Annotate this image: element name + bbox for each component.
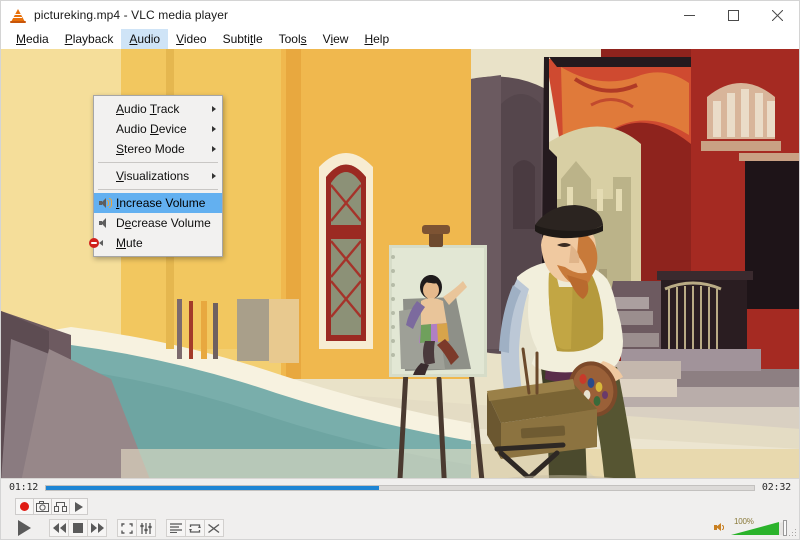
audio-dropdown-menu[interactable]: Audio Track Audio Device Stereo Mode Vis… xyxy=(89,95,223,257)
volume-knob[interactable] xyxy=(783,520,787,536)
elapsed-time: 01:12 xyxy=(9,482,39,493)
chevron-right-icon xyxy=(212,126,216,132)
playlist-group xyxy=(166,519,224,537)
menu-item-mute[interactable]: Mute xyxy=(89,233,222,253)
stop-icon xyxy=(73,523,83,533)
menu-help[interactable]: Help xyxy=(356,29,397,49)
shuffle-icon xyxy=(208,523,220,533)
record-button[interactable] xyxy=(15,498,34,515)
view-group xyxy=(117,519,156,537)
shuffle-button[interactable] xyxy=(204,519,224,537)
snapshot-button[interactable] xyxy=(33,498,52,515)
equalizer-icon xyxy=(140,522,152,534)
speaker-icon[interactable] xyxy=(714,521,727,534)
menu-view[interactable]: View xyxy=(315,29,357,49)
close-icon[interactable] xyxy=(755,1,799,29)
play-button[interactable] xyxy=(9,518,39,538)
menu-playback[interactable]: Playback xyxy=(57,29,122,49)
next-button[interactable] xyxy=(87,519,107,537)
seek-slider[interactable] xyxy=(45,484,755,491)
playlist-button[interactable] xyxy=(166,519,186,537)
menu-bar: Media Playback Audio Video Subtitle Tool… xyxy=(1,29,799,49)
ab-loop-button[interactable] xyxy=(51,498,70,515)
frame-step-icon xyxy=(74,501,83,512)
mute-icon xyxy=(89,237,112,249)
menu-item-audio-device[interactable]: Audio Device xyxy=(94,119,222,139)
total-time: 02:32 xyxy=(761,482,791,493)
menu-tools[interactable]: Tools xyxy=(271,29,315,49)
title-bar: pictureking.mp4 - VLC media player xyxy=(1,1,799,29)
speaker-down-icon xyxy=(99,217,112,229)
play-icon xyxy=(17,520,31,536)
menu-item-increase-volume[interactable]: Increase Volume xyxy=(94,193,222,213)
fullscreen-button[interactable] xyxy=(117,519,137,537)
window-title: pictureking.mp4 - VLC media player xyxy=(34,8,229,22)
vlc-cone-icon xyxy=(10,7,26,23)
chevron-right-icon xyxy=(212,146,216,152)
previous-button[interactable] xyxy=(49,519,69,537)
speaker-up-icon xyxy=(99,197,112,209)
playlist-icon xyxy=(170,523,182,533)
minimize-icon[interactable] xyxy=(667,1,711,29)
menu-video[interactable]: Video xyxy=(168,29,214,49)
window-controls xyxy=(667,1,799,29)
chevron-right-icon xyxy=(212,173,216,179)
menu-separator xyxy=(98,162,218,163)
menu-item-stereo-mode[interactable]: Stereo Mode xyxy=(94,139,222,159)
seek-progress-fill xyxy=(46,485,379,490)
previous-icon xyxy=(52,523,66,533)
menu-item-decrease-volume[interactable]: Decrease Volume xyxy=(94,213,222,233)
menu-audio[interactable]: Audio xyxy=(121,29,169,49)
loop-button[interactable] xyxy=(185,519,205,537)
fullscreen-icon xyxy=(121,522,133,534)
menu-item-visualizations[interactable]: Visualizations xyxy=(94,166,222,186)
chevron-right-icon xyxy=(212,106,216,112)
menu-media[interactable]: Media xyxy=(8,29,57,49)
loop-icon xyxy=(189,523,201,533)
ab-loop-icon xyxy=(54,502,67,512)
equalizer-button[interactable] xyxy=(136,519,156,537)
volume-slider[interactable]: 100% xyxy=(731,517,787,536)
camera-icon xyxy=(36,501,49,512)
maximize-icon[interactable] xyxy=(711,1,755,29)
volume-control[interactable]: 100% xyxy=(714,517,796,536)
stop-button[interactable] xyxy=(68,519,88,537)
extra-controls-row xyxy=(1,496,799,517)
transport-group xyxy=(49,519,107,537)
menu-item-audio-track[interactable]: Audio Track xyxy=(94,99,222,119)
seek-row: 01:12 02:32 xyxy=(1,479,799,496)
resize-grip-icon[interactable] xyxy=(789,528,796,536)
next-icon xyxy=(90,523,104,533)
menu-subtitle[interactable]: Subtitle xyxy=(215,29,271,49)
frame-by-frame-button[interactable] xyxy=(69,498,88,515)
video-display[interactable]: Audio Track Audio Device Stereo Mode Vis… xyxy=(1,49,799,478)
volume-fill xyxy=(731,522,779,535)
control-bar: 01:12 02:32 100% xyxy=(1,478,799,539)
record-icon xyxy=(20,502,29,511)
vlc-window: pictureking.mp4 - VLC media player Media… xyxy=(0,0,800,540)
main-controls-row: 100% xyxy=(1,517,799,539)
menu-separator xyxy=(98,189,218,190)
